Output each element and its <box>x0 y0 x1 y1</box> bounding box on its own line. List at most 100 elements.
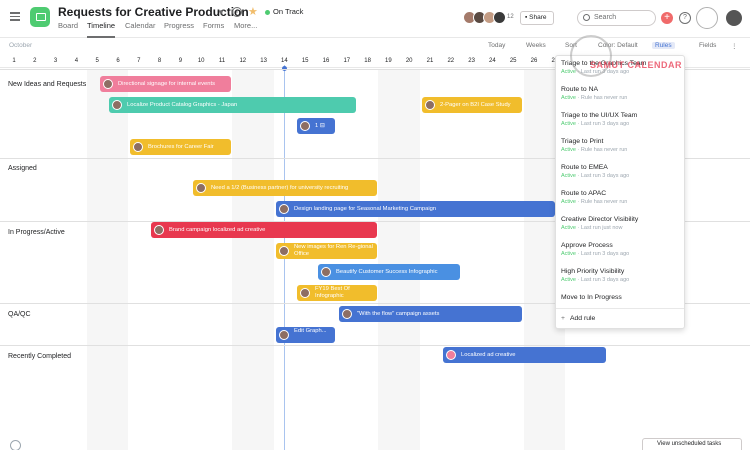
assignee-avatar <box>154 225 164 235</box>
rule-item[interactable]: Triage to the UI/UX Team Active · Last ru… <box>561 112 683 127</box>
project-icon <box>30 7 50 27</box>
task-bar[interactable]: "With the flow" campaign assets <box>339 306 522 322</box>
day-label: 23 <box>468 58 475 64</box>
day-label: 12 <box>239 58 247 64</box>
rule-name: Creative Director Visibility <box>561 216 639 223</box>
tab-board[interactable]: Board <box>58 21 78 38</box>
task-bar[interactable]: 2-Pager on B2I Case Study <box>422 97 522 113</box>
assignee-avatar <box>446 350 456 360</box>
add-button[interactable]: + <box>661 12 673 24</box>
watermark-text: SAMUT CALENDAR <box>590 60 682 70</box>
rule-active-label: Active <box>561 121 576 127</box>
task-bar[interactable]: Localize Product Catalog Graphics - Japa… <box>109 97 356 113</box>
rule-name: Route to EMEA <box>561 164 608 171</box>
rule-status: Active · Last run 3 days ago <box>561 251 630 257</box>
section-label[interactable]: New Ideas and Requests <box>8 81 87 88</box>
star-icon[interactable]: ★ <box>248 5 258 18</box>
search-icon <box>583 14 590 21</box>
assignee-avatar <box>300 288 310 298</box>
view-unscheduled-button[interactable]: View unscheduled tasks <box>642 438 742 450</box>
tab-forms[interactable]: Forms <box>203 21 224 38</box>
rule-item[interactable]: Triage to Print Active · Rule has never r… <box>561 138 683 153</box>
task-bar[interactable]: Edit Graph... <box>276 327 335 343</box>
rule-detail: Last run 3 days ago <box>580 173 630 179</box>
rule-item[interactable]: High Priority Visibility Active · Last ru… <box>561 268 683 283</box>
info-icon[interactable]: i <box>232 7 242 17</box>
task-bar[interactable]: Directional signage for internal events <box>100 76 231 92</box>
rule-active-label: Active <box>561 147 576 153</box>
day-label: 5 <box>95 58 99 64</box>
status-badge[interactable]: On Track <box>265 7 303 16</box>
rule-name: Route to APAC <box>561 190 607 197</box>
menu-icon[interactable] <box>10 12 20 21</box>
weeks-dropdown[interactable]: Weeks <box>526 42 546 49</box>
today-button[interactable]: Today <box>488 42 505 49</box>
watermark-logo-icon <box>696 7 718 29</box>
rule-detail: Rule has never run <box>580 199 628 205</box>
day-label: 15 <box>301 58 309 64</box>
rule-item[interactable]: Move to In Progress <box>561 294 683 301</box>
rule-detail: Rule has never run <box>580 147 628 153</box>
rule-item[interactable]: Route to EMEA Active · Last run 3 days ag… <box>561 164 683 179</box>
more-options-icon[interactable]: ⋮ <box>731 42 738 50</box>
status-dot-icon <box>265 9 270 15</box>
top-bar: Requests for Creative Production ▼ i ★ O… <box>0 0 750 38</box>
task-bar[interactable]: Need a 1/2 (Business partner) for univer… <box>193 180 377 196</box>
add-rule-button[interactable]: + Add rule <box>561 315 595 322</box>
rules-button[interactable]: Rules <box>652 42 675 49</box>
rule-item[interactable]: Approve Process Active · Last run 3 days … <box>561 242 683 257</box>
day-label: 7 <box>137 58 141 64</box>
tab-more[interactable]: More... <box>234 21 257 38</box>
search-input[interactable]: Search <box>577 10 656 26</box>
rule-item[interactable]: Creative Director Visibility Active · Las… <box>561 216 683 231</box>
rule-name: Triage to Print <box>561 138 604 145</box>
rule-name: Route to NA <box>561 86 599 93</box>
section-label[interactable]: QA/QC <box>8 311 31 318</box>
tab-progress[interactable]: Progress <box>164 21 194 38</box>
section-label[interactable]: In Progress/Active <box>8 229 65 236</box>
settings-icon[interactable] <box>10 440 21 450</box>
day-label: 13 <box>260 58 267 64</box>
rule-status: Active · Rule has never run <box>561 95 628 101</box>
task-bar[interactable]: FY19 Best Of Infographic <box>297 285 377 301</box>
day-label: 2 <box>33 58 37 64</box>
rule-status: Active · Last run 3 days ago <box>561 173 630 179</box>
help-icon[interactable]: ? <box>679 12 691 24</box>
rule-status: Active · Last run 3 days ago <box>561 121 630 127</box>
rule-item[interactable]: Route to APAC Active · Rule has never run <box>561 190 683 205</box>
fields-button[interactable]: Fields <box>699 42 716 49</box>
day-label: 25 <box>509 58 517 64</box>
assignee-avatar <box>112 100 122 110</box>
day-label: 4 <box>74 58 79 64</box>
rule-active-label: Active <box>561 199 576 205</box>
rule-status: Active · Rule has never run <box>561 199 628 205</box>
task-bar[interactable]: 1 ⊟ <box>297 118 335 134</box>
rule-name: Triage to the UI/UX Team <box>561 112 638 119</box>
section-label[interactable]: Recently Completed <box>8 353 72 360</box>
rule-active-label: Active <box>561 95 576 101</box>
task-bar[interactable]: Localized ad creative <box>443 347 606 363</box>
share-button[interactable]: ▪ Share <box>520 11 554 25</box>
rule-item[interactable]: Route to NA Active · Rule has never run <box>561 86 683 101</box>
task-bar[interactable]: Brand campaign localized ad creative <box>151 222 377 238</box>
rule-detail: Rule has never run <box>580 95 628 101</box>
task-bar[interactable]: Brochures for Career Fair <box>130 139 231 155</box>
chevron-down-icon[interactable]: ▼ <box>217 8 225 17</box>
day-label: 10 <box>197 58 205 64</box>
user-avatar[interactable] <box>726 10 742 26</box>
assignee-avatar <box>321 267 331 277</box>
task-bar[interactable]: New images for Ren Re-gional Office <box>276 243 377 259</box>
rule-name: Approve Process <box>561 242 613 249</box>
day-label: 14 <box>281 58 288 64</box>
avatar <box>493 11 506 24</box>
rule-detail: Last run 3 days ago <box>580 277 630 283</box>
rule-name: High Priority Visibility <box>561 268 625 275</box>
section-label[interactable]: Assigned <box>8 165 37 172</box>
member-count[interactable]: 12 <box>507 14 514 20</box>
task-bar[interactable]: Beautify Customer Success Infographic <box>318 264 460 280</box>
task-bar[interactable]: Design landing page for Seasonal Marketi… <box>276 201 555 217</box>
tab-calendar[interactable]: Calendar <box>125 21 155 38</box>
rule-status: Active · Last run 3 days ago <box>561 277 630 283</box>
tab-timeline[interactable]: Timeline <box>87 21 116 38</box>
rule-active-label: Active <box>561 251 576 257</box>
